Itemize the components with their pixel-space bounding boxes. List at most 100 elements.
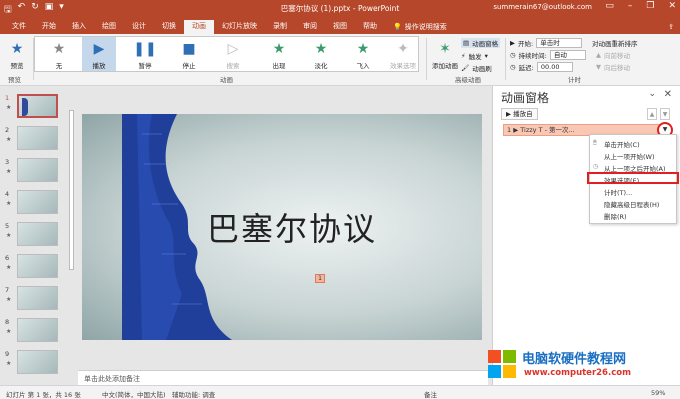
clock-icon: ◷ <box>510 63 516 71</box>
animation-pane-button[interactable]: ▤ 动画窗格 <box>461 38 501 48</box>
slide-thumbnail[interactable] <box>17 126 58 150</box>
windows-logo-icon <box>488 350 516 378</box>
thumb-graphic <box>22 98 28 116</box>
account-name[interactable]: summerain67@outlook.com <box>493 3 592 11</box>
menu-item-with-previous[interactable]: 从上一项开始(W) <box>604 151 655 161</box>
anim-seek[interactable]: ▷ 搜索 <box>216 34 250 70</box>
accessibility-status[interactable]: 辅助功能: 调查 <box>172 389 215 399</box>
menu-item-start-on-click[interactable]: 单击开始(C) <box>604 139 640 149</box>
menu-item-timing[interactable]: 计时(T)... <box>604 187 632 197</box>
divider <box>426 38 427 80</box>
slide-number: 1 <box>5 94 10 102</box>
zoom-level[interactable]: 59% <box>651 389 665 397</box>
slide-thumbnail[interactable] <box>17 158 58 182</box>
notes-area[interactable]: 单击此处添加备注 <box>78 370 488 385</box>
ribbon: ★ 预览 预览 ★ 无 ▶ 播放 ❚❚ 暂停 ■ 停止 ▷ 搜索 ★ 出现 ★ … <box>0 34 680 86</box>
slide-thumbnail[interactable] <box>17 222 58 246</box>
delay-field[interactable]: 00.00 <box>536 62 573 72</box>
slide-thumbnails: 1 ★ 2 ★ 3 ★ 4 ★ 5 ★ 6 ★ 7 ★ 8 ★ 9 ★ <box>0 86 78 385</box>
animation-group-label: 动画 <box>220 76 233 84</box>
current-slide[interactable]: 巴塞尔协议 1 <box>82 114 482 340</box>
tab-home[interactable]: 开始 <box>34 20 64 34</box>
restore-icon[interactable]: ❐ <box>646 1 654 11</box>
notes-button[interactable]: 备注 <box>424 389 437 399</box>
watermark-logo: 电脑软硬件教程网 www.computer26.com <box>484 346 680 384</box>
animation-item-context-menu: 🖱 单击开始(C) 从上一项开始(W) ◷ 从上一项之后开始(A) 效果选项(E… <box>587 134 679 224</box>
slide-thumbnail[interactable] <box>17 350 58 374</box>
tab-file[interactable]: 文件 <box>4 20 34 34</box>
star-icon: ★ <box>6 360 12 367</box>
star-icon: ★ <box>10 41 24 57</box>
clock-icon: ◷ <box>510 51 516 59</box>
minimize-icon[interactable]: – <box>628 1 633 11</box>
anim-play[interactable]: ▶ 播放 <box>82 37 116 71</box>
slide-thumbnail[interactable] <box>17 254 58 278</box>
anim-pause[interactable]: ❚❚ 暂停 <box>128 34 162 70</box>
close-icon[interactable]: ✕ <box>668 1 676 11</box>
slide-thumbnail[interactable] <box>17 190 58 214</box>
chevron-down-icon[interactable]: ⌄ <box>648 89 656 99</box>
down-arrow-icon: ▼ <box>596 63 601 71</box>
slide-number: 4 <box>5 190 10 198</box>
anim-none[interactable]: ★ 无 <box>42 34 76 70</box>
clock-icon: ◷ <box>593 163 599 170</box>
tab-transitions[interactable]: 切换 <box>154 20 184 34</box>
start-row: ▶ 开始: 单击时 <box>510 38 583 48</box>
scrollbar-thumb[interactable] <box>69 110 74 270</box>
pane-icon: ▤ <box>463 39 470 47</box>
anim-stop[interactable]: ■ 停止 <box>172 34 206 70</box>
pane-title: 动画窗格 <box>501 91 550 105</box>
tab-view[interactable]: 视图 <box>325 20 355 34</box>
move-later-button[interactable]: ▼ 向后移动 <box>596 62 630 72</box>
animation-tag[interactable]: 1 <box>315 274 325 283</box>
ribbon-tabs: 文件 开始 插入 绘图 设计 切换 动画 幻灯片放映 录制 审阅 视图 帮助 💡… <box>0 17 680 34</box>
slide-thumbnail[interactable] <box>17 286 58 310</box>
ribbon-display-icon[interactable]: ▭ <box>605 1 614 11</box>
divider <box>505 38 506 80</box>
tab-slideshow[interactable]: 幻灯片放映 <box>214 20 265 34</box>
share-icon[interactable]: ⇪ <box>668 21 674 34</box>
thumbnail-scrollbar[interactable] <box>68 96 75 380</box>
animation-pane: 动画窗格 ⌄ ✕ ▶ 播放自 ▲ ▼ 1 ▶ Tizzy T - 第一次... … <box>492 86 680 385</box>
tab-design[interactable]: 设计 <box>124 20 154 34</box>
tab-record[interactable]: 录制 <box>265 20 295 34</box>
tab-animations[interactable]: 动画 <box>184 20 214 34</box>
tell-me-search[interactable]: 💡 操作说明搜索 <box>385 20 455 34</box>
click-icon: 🖱 <box>593 139 597 146</box>
start-select[interactable]: 单击时 <box>536 38 583 48</box>
reorder-label: 对动画重新排序 <box>592 40 638 48</box>
play-from-button[interactable]: ▶ 播放自 <box>501 108 538 120</box>
effect-options-button[interactable]: ✦ 效果选项 <box>384 34 422 70</box>
menu-item-remove[interactable]: 删除(R) <box>604 211 627 221</box>
close-icon[interactable]: ✕ <box>664 89 672 100</box>
language-indicator[interactable]: 中文(简体，中国大陆) <box>102 389 166 399</box>
anim-appear[interactable]: ★ 出现 <box>262 34 296 70</box>
trigger-button[interactable]: ⚡ 触发 ▾ <box>461 51 488 61</box>
pause-icon: ❚❚ <box>133 41 157 57</box>
star-icon: ★ <box>6 104 12 111</box>
star-icon: ★ <box>6 232 12 239</box>
preview-button[interactable]: ★ 预览 <box>0 34 34 70</box>
tab-review[interactable]: 审阅 <box>295 20 325 34</box>
move-earlier-button[interactable]: ▲ 向前移动 <box>596 50 630 60</box>
duration-field[interactable]: 自动 <box>549 50 586 60</box>
tab-insert[interactable]: 插入 <box>64 20 94 34</box>
advanced-group-label: 高级动画 <box>455 76 481 84</box>
slide-thumbnail[interactable] <box>17 318 58 342</box>
menu-item-hide-timeline[interactable]: 隐藏高级日程表(H) <box>604 199 659 209</box>
slide-title[interactable]: 巴塞尔协议 <box>207 204 377 250</box>
tab-draw[interactable]: 绘图 <box>94 20 124 34</box>
move-up-button[interactable]: ▲ <box>647 108 657 120</box>
slide-thumbnail[interactable] <box>17 94 58 118</box>
tab-help[interactable]: 帮助 <box>355 20 385 34</box>
animation-painter-button[interactable]: 🖌 动画刷 <box>461 63 492 73</box>
watermark-url: www.computer26.com <box>524 368 631 378</box>
move-down-button[interactable]: ▼ <box>660 108 670 120</box>
add-animation-button[interactable]: ✶ 添加动画 <box>428 34 462 70</box>
slide-number: 5 <box>5 222 10 230</box>
star-icon: ★ <box>6 328 12 335</box>
anim-fly-in[interactable]: ★ 飞入 <box>346 34 380 70</box>
play-icon: ▶ <box>93 41 105 57</box>
star-icon: ★ <box>272 41 286 57</box>
anim-fade[interactable]: ★ 淡化 <box>304 34 338 70</box>
